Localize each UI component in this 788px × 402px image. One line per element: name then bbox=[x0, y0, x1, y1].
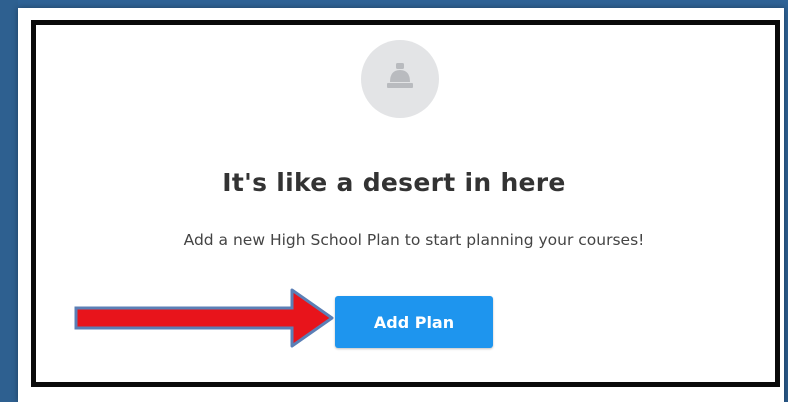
bell-icon bbox=[387, 63, 413, 88]
background-edge bbox=[0, 0, 18, 402]
red-arrow-annotation bbox=[74, 288, 334, 348]
add-plan-button[interactable]: Add Plan bbox=[335, 296, 493, 348]
empty-state-subtitle: Add a new High School Plan to start plan… bbox=[183, 231, 645, 249]
screenshot-background: It's like a desert in here Add a new Hig… bbox=[0, 0, 788, 402]
empty-state-icon-container bbox=[361, 40, 439, 118]
empty-state-title: It's like a desert in here bbox=[222, 168, 566, 197]
